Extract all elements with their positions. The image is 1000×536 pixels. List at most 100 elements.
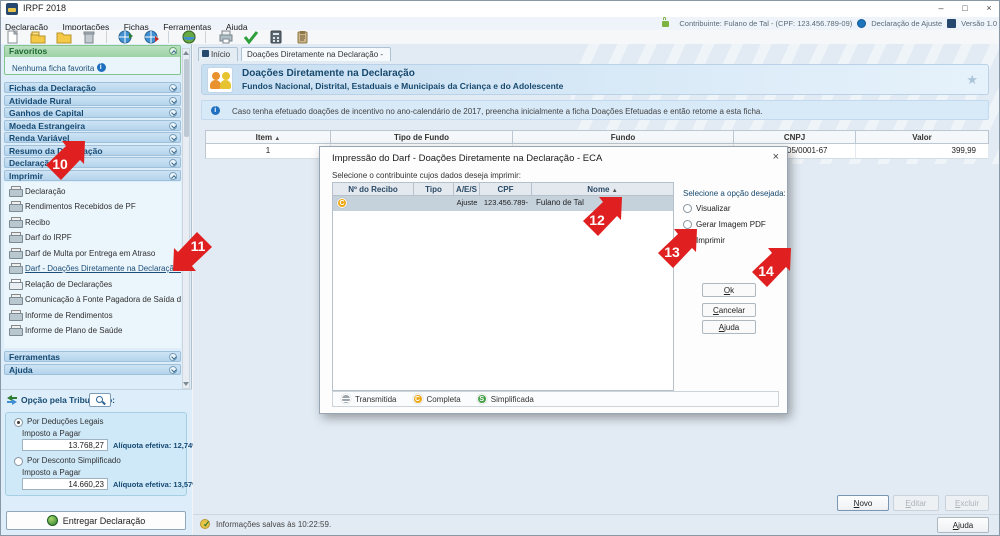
maximize-button[interactable]: □	[953, 1, 977, 16]
sidebar-section-ferramentas[interactable]: Ferramentas	[4, 351, 181, 362]
sidebar-section-fichas-da-declaracao[interactable]: Fichas da Declaração	[4, 82, 181, 93]
tab-inicio[interactable]: Início	[198, 47, 238, 61]
retrieve-icon[interactable]	[144, 30, 161, 44]
imposto-simplificado-field[interactable]: 14.660,23	[22, 478, 108, 490]
imposto-deducoes-field[interactable]: 13.768,27	[22, 439, 108, 451]
column-header-tipo[interactable]: Tipo	[414, 182, 454, 196]
sidebar-section-declaracao[interactable]: Declaração	[4, 157, 181, 168]
favorites-header[interactable]: Favoritos	[5, 46, 180, 57]
sidebar-item-relacao-declaracoes[interactable]: Relação de Declarações	[4, 278, 181, 291]
chevron-up-icon[interactable]	[169, 172, 177, 180]
tributacao-panel: Opção pela Tributação: Por Deduções Lega…	[1, 389, 192, 536]
column-header-cnpj[interactable]: CNPJ	[734, 130, 856, 144]
completa-badge-icon: C	[337, 198, 347, 208]
dialog-close-icon[interactable]: ×	[773, 151, 779, 163]
sidebar-item-darf-multa[interactable]: Darf de Multa por Entrega em Atraso	[4, 247, 181, 260]
sidebar-item-informe-plano-saude[interactable]: Informe de Plano de Saúde	[4, 324, 181, 337]
session-status: Contribuinte: Fulano de Tal - (CPF: 123.…	[662, 17, 997, 30]
minimize-button[interactable]: –	[929, 1, 953, 16]
transmitida-icon	[341, 394, 351, 404]
cell-recibo: C	[333, 196, 414, 211]
chevron-down-icon[interactable]	[169, 97, 177, 105]
ajuda-button[interactable]: Ajuda	[937, 517, 989, 533]
delete-declaration-icon[interactable]	[81, 30, 98, 44]
page-title: Doações Diretamente na Declaração	[242, 68, 415, 79]
sidebar-item-darf-doacoes-eca[interactable]: Darf - Doações Diretamente na Declaração…	[4, 262, 181, 275]
internet-icon[interactable]	[181, 30, 198, 44]
open-declaration-icon[interactable]	[30, 30, 47, 44]
chevron-down-icon[interactable]	[169, 134, 177, 142]
imposto-a-pagar-label: Imposto a Pagar	[22, 468, 81, 477]
sidebar-section-ajuda[interactable]: Ajuda	[4, 364, 181, 375]
report-icon[interactable]	[294, 30, 311, 44]
radio-desconto-simplificado[interactable]	[14, 457, 23, 466]
sidebar-item-declaracao[interactable]: Declaração	[4, 185, 181, 198]
sidebar-section-resumo[interactable]: Resumo da Declaração	[4, 145, 181, 156]
column-header-fundo[interactable]: Fundo	[513, 130, 734, 144]
scroll-down-icon[interactable]	[183, 382, 189, 386]
column-header-tipo-de-fundo[interactable]: Tipo de Fundo	[331, 130, 513, 144]
chevron-down-icon[interactable]	[169, 159, 177, 167]
column-header-nome[interactable]: Nome ▲	[532, 182, 674, 196]
sidebar-item-comunicacao-saida-pais[interactable]: Comunicação à Fonte Pagadora de Saída do…	[4, 293, 181, 306]
ok-button[interactable]: Ok	[702, 283, 756, 297]
tipo-declaracao-status: Declaração de Ajuste	[871, 19, 942, 28]
child-figure	[222, 72, 230, 80]
sidebar-section-moeda-estrangeira[interactable]: Moeda Estrangeira	[4, 120, 181, 131]
contributor-row[interactable]: C Ajuste 123.456.789-09 Fulano de Tal	[332, 196, 674, 211]
entregar-declaracao-button[interactable]: Entregar Declaração	[6, 511, 186, 530]
home-icon	[202, 50, 209, 57]
chevron-down-icon[interactable]	[169, 84, 177, 92]
chevron-down-icon[interactable]	[169, 147, 177, 155]
editar-button[interactable]: Editar	[893, 495, 939, 511]
radio-visualizar[interactable]: Visualizar	[683, 204, 785, 214]
column-header-cpf[interactable]: CPF	[480, 182, 532, 196]
chevron-up-icon[interactable]	[169, 47, 177, 55]
versao-status: Versão 1.0	[961, 19, 997, 28]
scroll-up-icon[interactable]	[183, 51, 189, 55]
sidebar-section-renda-variavel[interactable]: Renda Variável	[4, 132, 181, 143]
excluir-button[interactable]: Excluir	[945, 495, 989, 511]
column-header-recibo[interactable]: Nº do Recibo	[332, 182, 414, 196]
calculator-icon[interactable]	[268, 30, 285, 44]
transmit-icon[interactable]	[118, 30, 135, 44]
close-button[interactable]: ×	[977, 1, 1000, 16]
sidebar-section-imprimir[interactable]: Imprimir	[4, 170, 181, 181]
sidebar-item-recibo[interactable]: Recibo	[4, 216, 181, 229]
radio-imprimir[interactable]: Imprimir	[683, 236, 785, 246]
chevron-down-icon[interactable]	[169, 353, 177, 361]
ajuda-dialog-button[interactable]: Ajuda	[702, 320, 756, 334]
dialog-instruction: Selecione o contribuinte cujos dados des…	[332, 171, 521, 180]
chevron-down-icon[interactable]	[169, 122, 177, 130]
scrollbar-thumb[interactable]	[184, 59, 189, 137]
cancelar-button[interactable]: Cancelar	[702, 303, 756, 317]
toolbar-separator	[106, 31, 107, 43]
cell-valor: 399,99	[856, 144, 989, 159]
print-icon[interactable]	[218, 30, 235, 44]
radio-deducoes-legais[interactable]	[14, 418, 23, 427]
save-declaration-icon[interactable]	[56, 30, 73, 44]
column-header-valor[interactable]: Valor	[856, 130, 989, 144]
chevron-down-icon[interactable]	[169, 366, 177, 374]
sidebar-item-informe-rendimentos[interactable]: Informe de Rendimentos	[4, 309, 181, 322]
favorite-star-icon[interactable]: ★	[966, 72, 978, 88]
chevron-down-icon[interactable]	[169, 109, 177, 117]
versao-icon	[947, 19, 956, 28]
search-button[interactable]	[89, 393, 111, 407]
imposto-a-pagar-label: Imposto a Pagar	[22, 429, 81, 438]
novo-button[interactable]: Novo	[837, 495, 889, 511]
sidebar-item-darf-irpf[interactable]: Darf do IRPF	[4, 231, 181, 244]
sidebar-item-rendimentos-pf[interactable]: Rendimentos Recebidos de PF	[4, 200, 181, 213]
dialog-table-body[interactable]	[332, 211, 674, 391]
tab-doacoes-eca[interactable]: Doações Diretamente na Declaração - ECA …	[241, 47, 391, 61]
sidebar-scrollbar[interactable]	[182, 48, 190, 389]
new-declaration-icon[interactable]	[5, 30, 22, 44]
verify-pendencies-icon[interactable]	[243, 30, 260, 44]
sidebar-section-ganhos-de-capital[interactable]: Ganhos de Capital	[4, 107, 181, 118]
sidebar-section-atividade-rural[interactable]: Atividade Rural	[4, 95, 181, 106]
dialog-legend: Transmitida C Completa S Simplificada	[332, 391, 779, 407]
column-header-aes[interactable]: A/E/S	[454, 182, 480, 196]
app-icon	[6, 3, 18, 15]
radio-gerar-imagem-pdf[interactable]: Gerar Imagem PDF	[683, 220, 785, 230]
column-header-item[interactable]: Item ▲	[205, 130, 331, 144]
